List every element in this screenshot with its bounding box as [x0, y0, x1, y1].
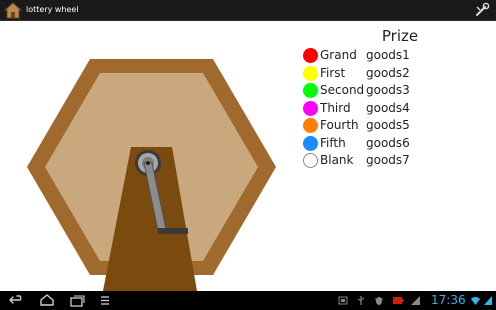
prize-goods: goods6 — [366, 135, 410, 150]
screenshot-icon — [338, 296, 348, 305]
prize-goods: goods3 — [366, 83, 410, 97]
wooden-house-icon[interactable] — [4, 2, 22, 19]
prize-name: Second — [320, 83, 365, 97]
prize-goods: goods7 — [366, 153, 410, 167]
red-dot-icon — [303, 48, 318, 63]
lottery-wheel — [27, 59, 276, 291]
prize-item-grand: Grand goods1 — [302, 47, 482, 64]
prize-item-second: Second goods3 — [302, 82, 482, 99]
prize-item-first: First goods2 — [302, 65, 482, 82]
wifi-icon — [471, 296, 480, 305]
prize-item-blank: Blank goods7 — [302, 152, 482, 169]
prize-name: Third — [320, 100, 351, 115]
prize-name: Fourth — [320, 118, 359, 132]
usb-icon — [357, 296, 365, 305]
wrench-icon[interactable] — [472, 2, 492, 19]
prize-name: First — [320, 65, 346, 80]
debug-icon — [375, 297, 383, 305]
prize-goods: goods1 — [366, 48, 410, 62]
orange-dot-icon — [303, 118, 318, 133]
white-dot-icon — [303, 153, 318, 168]
blue-dot-icon — [303, 135, 318, 151]
prize-name: Fifth — [320, 135, 346, 150]
cell-signal-icon — [484, 296, 492, 305]
back-icon[interactable] — [8, 293, 26, 308]
screen: lottery wheel Prize Grand goods1 First g… — [0, 0, 496, 310]
action-bar: lottery wheel — [0, 0, 496, 21]
app-title: lottery wheel — [26, 5, 79, 14]
status-clock: 17:36 — [431, 293, 466, 307]
content-area: Prize Grand goods1 First goods2 Second g… — [0, 21, 496, 291]
home-icon[interactable] — [38, 293, 56, 308]
prize-goods: goods4 — [366, 100, 410, 115]
prize-name: Blank — [320, 153, 354, 167]
magenta-dot-icon — [303, 100, 318, 116]
prize-item-fifth: Fifth goods6 — [302, 135, 482, 152]
yellow-dot-icon — [303, 65, 318, 81]
prize-item-third: Third goods4 — [302, 100, 482, 117]
menu-icon[interactable] — [98, 293, 112, 308]
system-nav-bar: 17:36 — [0, 291, 496, 310]
signal-icon — [411, 296, 420, 305]
prize-name: Grand — [320, 48, 357, 62]
prize-item-fourth: Fourth goods5 — [302, 117, 482, 134]
recent-apps-icon[interactable] — [68, 293, 86, 308]
green-dot-icon — [303, 83, 318, 98]
battery-full-icon — [393, 297, 404, 304]
prize-goods: goods2 — [366, 65, 410, 80]
prize-goods: goods5 — [366, 118, 410, 132]
prize-title: Prize — [381, 27, 419, 45]
